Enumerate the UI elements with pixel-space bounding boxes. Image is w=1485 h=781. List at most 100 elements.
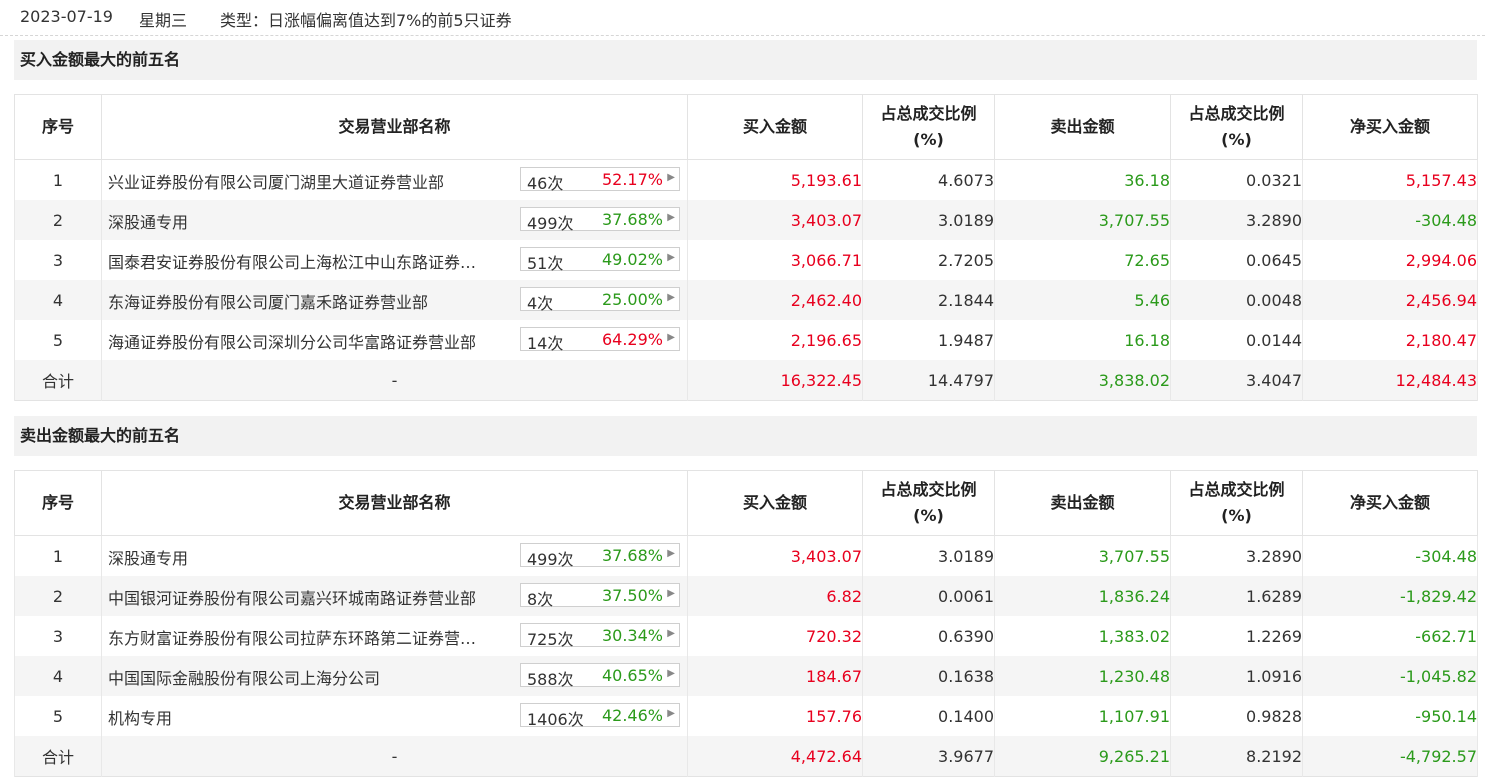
chevron-right-icon: ▶ [667,668,675,679]
sell-ratio: 0.9828 [1170,696,1303,736]
broker-stats-button[interactable]: 725次 30.34% ▶ [520,623,680,649]
buy-ratio: 0.0061 [862,576,995,616]
sell-amount: 1,230.48 [994,656,1171,696]
broker-name-link[interactable]: 中国银河证券股份有限公司嘉兴环城南路证券营业部 [108,585,513,609]
table-row: 5 海通证券股份有限公司深圳分公司华富路证券营业部 14次 64.29% ▶ 2,196.… [14,320,1478,360]
row-index: 2 [14,576,102,616]
buy-amount: 3,066.71 [687,240,863,280]
buy-amount: 2,462.40 [687,280,863,320]
buy-amount: 720.32 [687,616,863,656]
broker-stats-button[interactable]: 46次 52.17% ▶ [520,167,680,193]
header-net: 净买入金额 [1302,470,1478,536]
listing-count: 499次 [527,214,574,233]
net-amount: -950.14 [1302,696,1478,736]
success-rate: 25.00% [601,290,663,309]
total-net-amount: 12,484.43 [1302,360,1478,401]
broker-stats-button[interactable]: 51次 49.02% ▶ [520,247,680,273]
broker-cell: 中国国际金融股份有限公司上海分公司 588次 40.65% ▶ [101,656,688,696]
listing-count: 46次 [527,174,564,193]
header-sell: 卖出金额 [994,94,1171,160]
table-row: 1 兴业证券股份有限公司厦门湖里大道证券营业部 46次 52.17% ▶ 5,193.61… [14,159,1478,200]
success-rate: 49.02% [601,250,663,269]
broker-name-link[interactable]: 兴业证券股份有限公司厦门湖里大道证券营业部 [108,169,513,193]
table-row: 2 深股通专用 499次 37.68% ▶ 3,403.07 3.0189 3,707.55 3… [14,200,1478,240]
buy-amount: 3,403.07 [687,535,863,576]
buy-ratio: 3.0189 [862,535,995,576]
broker-cell: 东方财富证券股份有限公司拉萨东环路第二证券营… 725次 30.34% ▶ [101,616,688,656]
broker-cell: 东海证券股份有限公司厦门嘉禾路证券营业部 4次 25.00% ▶ [101,280,688,320]
broker-stats-button[interactable]: 8次 37.50% ▶ [520,583,680,609]
table-row: 3 国泰君安证券股份有限公司上海松江中山东路证券… 51次 49.02% ▶ 3,066.… [14,240,1478,280]
row-index: 4 [14,280,102,320]
chevron-right-icon: ▶ [667,548,675,559]
type-label: 类型：日涨幅偏离值达到7%的前5只证券 [220,11,512,30]
broker-stats-button[interactable]: 4次 25.00% ▶ [520,287,680,313]
success-rate: 40.65% [601,666,663,685]
buy-amount: 5,193.61 [687,159,863,200]
total-buy-ratio: 3.9677 [862,736,995,777]
sell-amount: 3,707.55 [994,200,1171,240]
listing-count: 588次 [527,670,574,689]
sell-ratio: 1.0916 [1170,656,1303,696]
total-row: 合计 -16,322.45 14.4797 3,838.02 3.4047 12,484.… [14,360,1478,401]
sell-amount: 5.46 [994,280,1171,320]
header-sell-ratio: 占总成交比例 (%) [1170,94,1303,160]
success-rate: 37.50% [601,586,663,605]
broker-cell: 国泰君安证券股份有限公司上海松江中山东路证券… 51次 49.02% ▶ [101,240,688,280]
net-amount: 5,157.43 [1302,159,1478,200]
table-row: 4 东海证券股份有限公司厦门嘉禾路证券营业部 4次 25.00% ▶ 2,462.40 2.… [14,280,1478,320]
broker-name-link[interactable]: 国泰君安证券股份有限公司上海松江中山东路证券… [108,249,513,273]
table-row: 4 中国国际金融股份有限公司上海分公司 588次 40.65% ▶ 184.67 0.163… [14,656,1478,696]
broker-stats-button[interactable]: 1406次 42.46% ▶ [520,703,680,729]
total-name-dash: - [101,736,688,777]
sell-amount: 1,107.91 [994,696,1171,736]
broker-name-link[interactable]: 海通证券股份有限公司深圳分公司华富路证券营业部 [108,329,513,353]
broker-stats-button[interactable]: 588次 40.65% ▶ [520,663,680,689]
buy-section-title: 买入金额最大的前五名 [14,40,1477,80]
sell-ratio: 3.2890 [1170,200,1303,240]
total-buy-amount: 4,472.64 [687,736,863,777]
row-index: 3 [14,616,102,656]
broker-name-link[interactable]: 东方财富证券股份有限公司拉萨东环路第二证券营… [108,625,513,649]
broker-name-link[interactable]: 东海证券股份有限公司厦门嘉禾路证券营业部 [108,289,513,313]
broker-name-link[interactable]: 深股通专用 [108,545,513,569]
row-index: 4 [14,656,102,696]
chevron-right-icon: ▶ [667,628,675,639]
broker-cell: 机构专用 1406次 42.46% ▶ [101,696,688,736]
sell-amount: 36.18 [994,159,1171,200]
header-sell-ratio-line2: (%) [1221,130,1252,149]
success-rate: 42.46% [601,706,663,725]
listing-count: 725次 [527,630,574,649]
row-index: 3 [14,240,102,280]
chevron-right-icon: ▶ [667,588,675,599]
weekday-label: 星期三 [139,11,188,30]
broker-name-link[interactable]: 中国国际金融股份有限公司上海分公司 [108,665,513,689]
header-sell-ratio-line1: 占总成交比例 [1188,480,1285,499]
total-label: 合计 [14,360,102,401]
sell-table-body: 1 深股通专用 499次 37.68% ▶ 3,403.07 3.0189 3,707.55 3… [14,535,1478,777]
row-index: 5 [14,696,102,736]
broker-name-link[interactable]: 深股通专用 [108,209,513,233]
buy-ratio: 4.6073 [862,159,995,200]
sell-ratio: 1.6289 [1170,576,1303,616]
broker-cell: 兴业证券股份有限公司厦门湖里大道证券营业部 46次 52.17% ▶ [101,159,688,200]
broker-stats-button[interactable]: 499次 37.68% ▶ [520,543,680,569]
listing-count: 499次 [527,550,574,569]
info-bar: 2023-07-19 星期三 类型：日涨幅偏离值达到7%的前5只证券 [0,0,1485,36]
buy-ratio: 1.9487 [862,320,995,360]
buy-ratio: 3.0189 [862,200,995,240]
total-sell-amount: 9,265.21 [994,736,1171,777]
date-label: 2023-07-19 [20,7,113,26]
broker-cell: 深股通专用 499次 37.68% ▶ [101,535,688,576]
header-name: 交易营业部名称 [101,94,688,160]
success-rate: 30.34% [601,626,663,645]
broker-stats-button[interactable]: 499次 37.68% ▶ [520,207,680,233]
table-header-row: 序号 交易营业部名称 买入金额 占总成交比例 (%) 卖出金额 占总成交比例 (%)… [14,470,1478,536]
listing-count: 1406次 [527,710,584,729]
net-amount: 2,180.47 [1302,320,1478,360]
chevron-right-icon: ▶ [667,292,675,303]
sell-section-title: 卖出金额最大的前五名 [14,416,1477,456]
broker-name-link[interactable]: 机构专用 [108,705,513,729]
buy-amount: 184.67 [687,656,863,696]
broker-stats-button[interactable]: 14次 64.29% ▶ [520,327,680,353]
